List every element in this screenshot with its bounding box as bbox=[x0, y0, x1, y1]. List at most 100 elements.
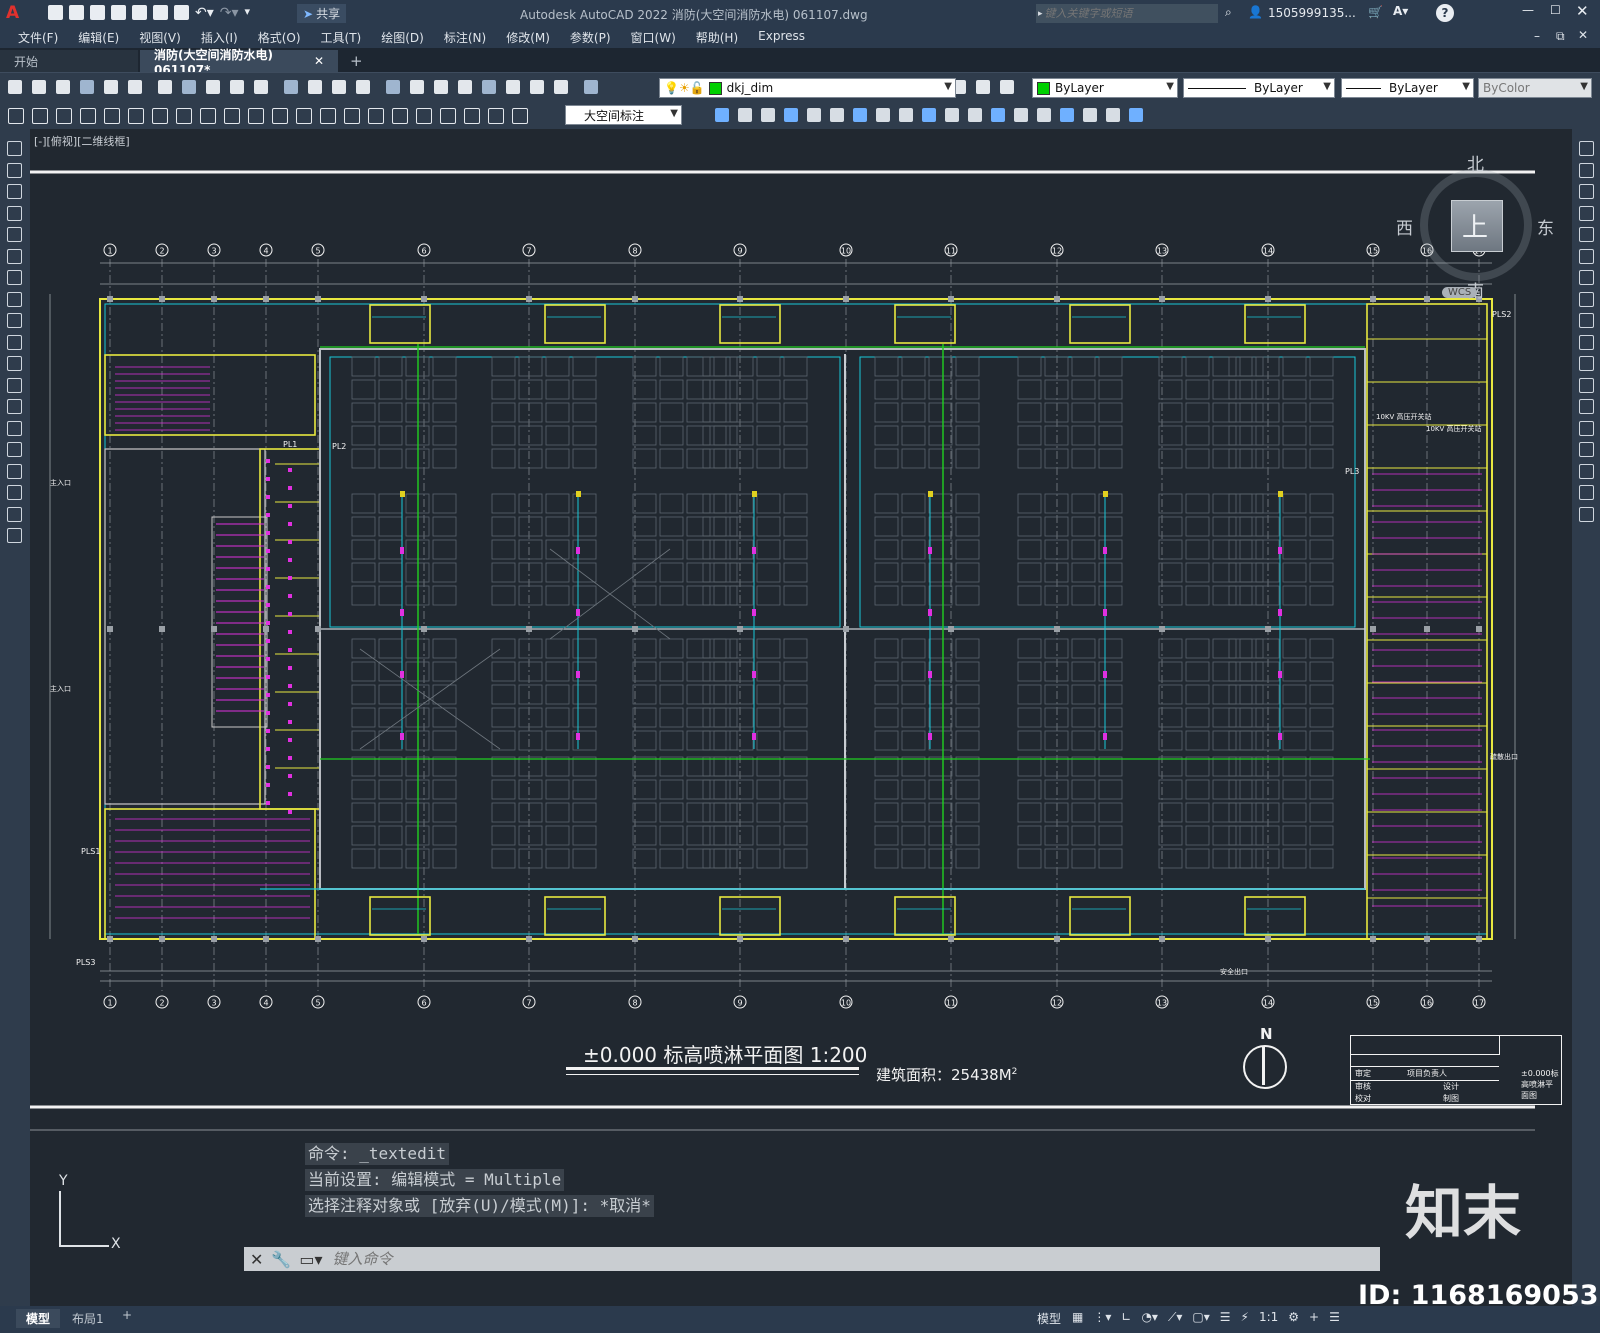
plus-icon[interactable]: + bbox=[1309, 1310, 1319, 1325]
dimension-tool-9-icon[interactable] bbox=[224, 108, 240, 124]
trim-icon[interactable] bbox=[1579, 334, 1594, 350]
dimension-tool-19-icon[interactable] bbox=[464, 108, 480, 124]
scale-label[interactable]: 1:1 bbox=[1259, 1310, 1278, 1325]
pan-icon[interactable] bbox=[308, 80, 322, 94]
save-as-icon[interactable] bbox=[111, 5, 126, 20]
dimension-tool-18-icon[interactable] bbox=[440, 108, 456, 124]
sheet-set-icon[interactable] bbox=[482, 80, 496, 94]
revcloud-icon[interactable] bbox=[7, 270, 22, 285]
ellipse-arc-icon[interactable] bbox=[7, 334, 22, 350]
dimension-tool-2-icon[interactable] bbox=[56, 108, 72, 124]
modify-tool-0-icon[interactable] bbox=[715, 108, 729, 122]
redo-icon[interactable] bbox=[284, 80, 298, 94]
line-icon[interactable] bbox=[7, 141, 22, 156]
tool-palettes-icon[interactable] bbox=[458, 80, 472, 94]
command-customize-icon[interactable]: 🔧 bbox=[271, 1250, 291, 1269]
modify-tool-10-icon[interactable] bbox=[945, 108, 959, 122]
gear-icon[interactable]: ⚙ bbox=[1288, 1310, 1299, 1325]
mirror-icon[interactable] bbox=[1579, 184, 1594, 199]
customize-dropdown-icon[interactable]: ▾ bbox=[245, 5, 251, 21]
dimension-tool-15-icon[interactable] bbox=[368, 108, 384, 124]
save-icon[interactable] bbox=[90, 5, 105, 20]
plotstyle-dropdown[interactable]: ByColor ▼ bbox=[1478, 78, 1592, 98]
paste-icon[interactable] bbox=[206, 80, 220, 94]
dimension-tool-5-icon[interactable] bbox=[128, 108, 144, 124]
viewcube-north-label[interactable]: 北 bbox=[1467, 150, 1484, 175]
dimension-tool-7-icon[interactable] bbox=[176, 108, 192, 124]
redo-icon[interactable]: ↷▾ bbox=[220, 5, 239, 21]
dimension-tool-13-icon[interactable] bbox=[320, 108, 336, 124]
modify-tool-14-icon[interactable] bbox=[1037, 108, 1051, 122]
add-selected-icon[interactable] bbox=[7, 528, 22, 543]
explode-icon[interactable] bbox=[1579, 485, 1594, 500]
circle-icon[interactable] bbox=[7, 248, 22, 264]
rotate-icon[interactable] bbox=[1579, 270, 1594, 285]
dimension-tool-14-icon[interactable] bbox=[344, 108, 360, 124]
isodraft-icon[interactable]: ⟋▾ bbox=[1168, 1310, 1182, 1325]
layer-properties-icon[interactable] bbox=[584, 80, 598, 94]
annotation-icon[interactable]: ⚡ bbox=[1241, 1310, 1249, 1325]
menu-item-4[interactable]: 格式(O) bbox=[248, 29, 311, 46]
dimension-tool-12-icon[interactable] bbox=[296, 108, 312, 124]
region-icon[interactable] bbox=[7, 463, 22, 479]
menu-item-10[interactable]: 窗口(W) bbox=[621, 29, 686, 46]
grid-icon[interactable]: ▦ bbox=[1072, 1310, 1083, 1325]
color-dropdown[interactable]: ByLayer ▼ bbox=[1032, 78, 1178, 98]
undo-icon[interactable]: ↶▾ bbox=[195, 5, 214, 21]
autocad-logo-icon[interactable]: A bbox=[6, 4, 28, 23]
open-icon[interactable] bbox=[32, 80, 46, 94]
dimension-tool-1-icon[interactable] bbox=[32, 108, 48, 124]
wcs-menu[interactable]: WCS bbox=[1442, 287, 1478, 298]
layer-previous-icon[interactable] bbox=[976, 80, 990, 94]
dimension-tool-4-icon[interactable] bbox=[104, 108, 120, 124]
minimize-icon[interactable]: — bbox=[1522, 3, 1534, 17]
polyline-icon[interactable] bbox=[7, 162, 22, 178]
publish-icon[interactable] bbox=[128, 80, 142, 94]
modify-tool-8-icon[interactable] bbox=[899, 108, 913, 122]
preview-icon[interactable] bbox=[104, 80, 118, 94]
doc-close-icon[interactable]: ✕ bbox=[1578, 28, 1588, 42]
fillet-icon[interactable] bbox=[1579, 463, 1594, 479]
layout-tab-model[interactable]: 模型 bbox=[16, 1309, 61, 1328]
customize-icon[interactable]: ☰ bbox=[1329, 1310, 1340, 1325]
menu-item-5[interactable]: 工具(T) bbox=[311, 29, 372, 46]
copy-icon[interactable] bbox=[182, 80, 196, 94]
search-input[interactable] bbox=[1042, 6, 1207, 21]
markup-icon[interactable] bbox=[506, 80, 520, 94]
arc-icon[interactable] bbox=[7, 227, 22, 242]
properties-icon[interactable] bbox=[410, 80, 424, 94]
ortho-icon[interactable]: ∟ bbox=[1121, 1310, 1131, 1325]
menu-item-6[interactable]: 绘图(D) bbox=[371, 29, 434, 46]
search-box[interactable]: ▸ bbox=[1036, 4, 1218, 23]
hatch-icon[interactable] bbox=[7, 420, 22, 436]
dimension-tool-3-icon[interactable] bbox=[80, 108, 96, 124]
ellipse-icon[interactable] bbox=[7, 313, 22, 328]
spline-icon[interactable] bbox=[7, 291, 22, 307]
osnap-icon[interactable]: ▢▾ bbox=[1192, 1310, 1209, 1325]
modify-tool-3-icon[interactable] bbox=[784, 108, 798, 122]
polygon-icon[interactable] bbox=[7, 184, 22, 199]
dimstyle-dropdown[interactable]: 大空间标注 ▼ bbox=[565, 105, 682, 125]
modify-tool-1-icon[interactable] bbox=[738, 108, 752, 122]
modify-tool-17-icon[interactable] bbox=[1106, 108, 1120, 122]
dimension-tool-10-icon[interactable] bbox=[248, 108, 264, 124]
layer-dropdown[interactable]: 💡☀🔓 dkj_dim ▼ bbox=[659, 78, 956, 98]
tab-start[interactable]: 开始 bbox=[0, 50, 138, 72]
layer-states-icon[interactable] bbox=[1000, 80, 1014, 94]
stretch-icon[interactable] bbox=[1579, 313, 1594, 328]
dimension-tool-21-icon[interactable] bbox=[512, 108, 528, 124]
command-prompt-icon[interactable]: ▭▾ bbox=[299, 1250, 322, 1269]
plot-icon[interactable] bbox=[174, 5, 189, 20]
user-label[interactable]: 1505999135... bbox=[1268, 6, 1356, 20]
linetype-dropdown[interactable]: ByLayer ▼ bbox=[1183, 78, 1335, 98]
modify-tool-5-icon[interactable] bbox=[830, 108, 844, 122]
autodesk-app-icon[interactable]: A▾ bbox=[1393, 4, 1408, 18]
lineweight-icon[interactable]: ☰ bbox=[1220, 1310, 1231, 1325]
help-icon[interactable] bbox=[554, 80, 568, 94]
layout-tab-layout1[interactable]: 布局1 bbox=[64, 1309, 112, 1328]
extend-icon[interactable] bbox=[1579, 356, 1594, 371]
snap-icon[interactable]: ⋮▾ bbox=[1093, 1310, 1111, 1325]
dimension-tool-8-icon[interactable] bbox=[200, 108, 216, 124]
modify-tool-12-icon[interactable] bbox=[991, 108, 1005, 122]
gradient-icon[interactable] bbox=[7, 442, 22, 457]
